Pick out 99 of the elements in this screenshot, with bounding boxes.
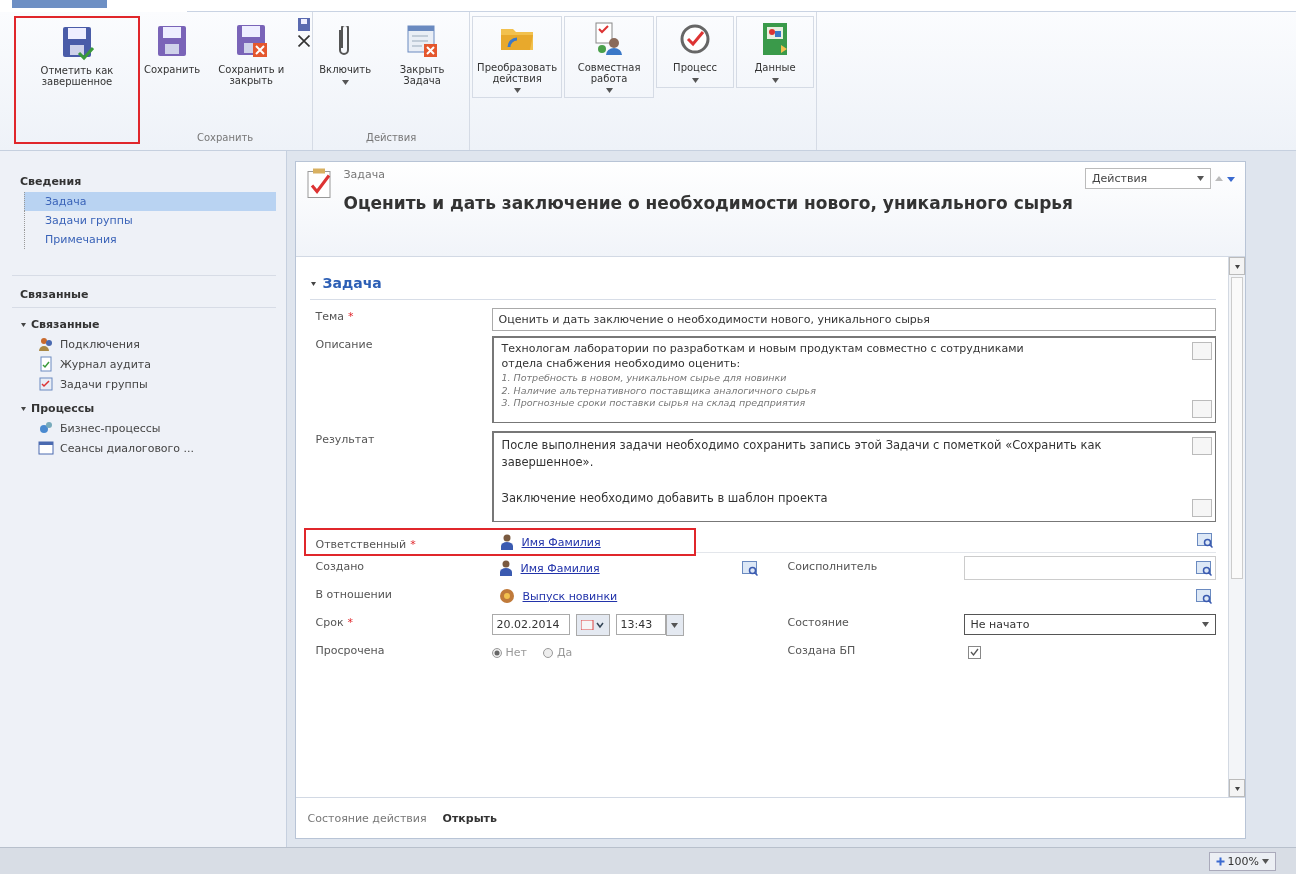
package-icon bbox=[498, 588, 515, 604]
people-icon bbox=[38, 336, 54, 352]
zoom-control[interactable]: 100% bbox=[1208, 851, 1276, 871]
lookup-icon bbox=[741, 560, 758, 576]
field-label: Просрочена bbox=[314, 643, 386, 657]
ribbon-button[interactable]: Сохранить и закрыть bbox=[206, 16, 297, 91]
ribbon-button[interactable]: Совместная работа bbox=[564, 16, 655, 98]
date-field[interactable]: 20.02.2014 bbox=[491, 614, 570, 635]
document-icon bbox=[38, 356, 54, 372]
field-label: Описание bbox=[314, 337, 374, 351]
record-link[interactable]: Имя Фамилия bbox=[521, 535, 601, 549]
caret-icon bbox=[1202, 622, 1209, 627]
calendar-icon bbox=[580, 620, 605, 630]
field-label: Тема * bbox=[314, 309, 355, 323]
down-icon bbox=[1233, 262, 1241, 270]
nav-item[interactable]: Бизнес-процессы bbox=[12, 418, 286, 438]
lookup-button[interactable] bbox=[1193, 558, 1215, 578]
window-icon bbox=[38, 440, 54, 456]
down-arrow-icon[interactable] bbox=[1227, 177, 1235, 182]
record-title: Оценить и дать заключение о необходимости нового, уникального сырья bbox=[343, 193, 1073, 213]
required-mark: * bbox=[348, 310, 354, 323]
entity-label: Задача bbox=[343, 168, 386, 181]
scrollbar-thumb[interactable] bbox=[1231, 277, 1243, 579]
nav-group-header[interactable]: Связанные bbox=[12, 310, 286, 334]
text-line: 3. Прогнозные сроки поставки сырья на склад предприятия bbox=[501, 397, 807, 411]
field-label: Срок * bbox=[314, 615, 355, 629]
save-icon bbox=[156, 24, 189, 58]
ribbon-button[interactable]: Преобразовать действия bbox=[472, 16, 563, 98]
status-select[interactable]: Не начато bbox=[963, 614, 1216, 635]
save-small-icon[interactable] bbox=[298, 18, 311, 31]
gears-icon bbox=[38, 420, 54, 436]
field-label: Создано bbox=[314, 559, 366, 573]
text-field[interactable]: Оценить и дать заключение о необходимости нового, уникального сырья bbox=[491, 308, 1216, 331]
nav-item[interactable]: Задача bbox=[24, 192, 276, 211]
lookup-button[interactable] bbox=[1193, 586, 1215, 606]
field-label: Результат bbox=[314, 432, 376, 446]
field-label: В отношении bbox=[314, 587, 393, 601]
process-icon bbox=[680, 24, 711, 54]
text-line: 2. Наличие альтернативного поставщика аналогичного сырья bbox=[501, 384, 817, 398]
ribbon-button[interactable]: Включить bbox=[315, 16, 376, 90]
nav-item[interactable]: Подключения bbox=[12, 334, 286, 354]
required-mark: * bbox=[347, 616, 354, 629]
down-icon bbox=[1233, 784, 1241, 792]
required-mark: * bbox=[410, 537, 416, 551]
scroll-up-button[interactable] bbox=[1229, 257, 1245, 275]
close-task-icon bbox=[407, 25, 438, 57]
group-label: Действия bbox=[365, 132, 418, 145]
ribbon-button[interactable]: Отметить как завершенное bbox=[14, 16, 140, 144]
footer-value: Открыть bbox=[442, 811, 497, 825]
field-label: Соисполнитель bbox=[786, 559, 879, 573]
user-icon bbox=[499, 534, 514, 550]
folder-icon bbox=[501, 27, 534, 51]
lookup-button[interactable] bbox=[1194, 530, 1216, 550]
text-line: Технологам лаборатории по разработкам и новым продуктам совместно с сотрудниками bbox=[501, 342, 1025, 357]
calendar-button[interactable] bbox=[575, 614, 610, 636]
close-icon[interactable] bbox=[298, 35, 311, 47]
record-link[interactable]: Выпуск новинки bbox=[522, 589, 658, 603]
record-link[interactable]: Имя Фамилия bbox=[520, 561, 600, 575]
task-icon bbox=[305, 168, 332, 198]
checkbox[interactable] bbox=[967, 646, 981, 659]
lookup-field[interactable] bbox=[963, 556, 1216, 580]
lookup-icon bbox=[1196, 560, 1212, 576]
caret-icon bbox=[1262, 858, 1269, 864]
scroll-down-button[interactable] bbox=[1229, 779, 1245, 797]
lookup-icon bbox=[1197, 532, 1213, 548]
notebook-icon bbox=[763, 23, 788, 55]
actions-dropdown[interactable]: Действия bbox=[1085, 168, 1211, 189]
zoom-icon bbox=[1215, 856, 1225, 866]
nav-item[interactable]: Задачи группы bbox=[24, 211, 276, 230]
nav-section-title: Связанные bbox=[19, 287, 90, 303]
nav-item[interactable]: Журнал аудита bbox=[12, 354, 286, 374]
paragraph: После выполнения задачи необходимо сохранить запись этой Задачи с пометкой «Сохранить как завершенное». bbox=[501, 437, 1103, 472]
time-field[interactable]: 13:43 bbox=[615, 614, 666, 635]
caret-icon bbox=[1197, 176, 1204, 181]
text-line: 1. Потребность в новом, уникальном сырье для новинки bbox=[501, 371, 788, 385]
nav-item[interactable]: Сеансы диалогового ... bbox=[12, 438, 286, 458]
group-label: Сохранить bbox=[196, 132, 255, 145]
tasks-icon bbox=[38, 376, 54, 392]
ribbon-button[interactable]: Данные bbox=[736, 16, 815, 88]
nav-item[interactable]: Примечания bbox=[24, 230, 276, 249]
nav-group-header[interactable]: Процессы bbox=[12, 394, 286, 418]
paragraph: Заключение необходимо добавить в шаблон проекта bbox=[501, 489, 829, 507]
field-label: Ответственный * bbox=[314, 536, 417, 551]
nav-section-title: Сведения bbox=[19, 174, 83, 190]
ribbon-button[interactable]: Сохранить bbox=[140, 16, 205, 81]
section-header[interactable]: Задача bbox=[309, 267, 1216, 300]
collaboration-icon bbox=[595, 22, 624, 56]
field-label: Состояние bbox=[786, 615, 850, 629]
save-close-icon bbox=[235, 23, 268, 59]
caret-icon bbox=[671, 622, 679, 628]
ribbon-button[interactable]: Закрыть Задача bbox=[377, 16, 468, 91]
user-icon bbox=[498, 560, 513, 576]
nav-item[interactable]: Задачи группы bbox=[12, 374, 286, 394]
text-line: отдела снабжения необходимо оценить: bbox=[501, 356, 742, 372]
footer-label: Состояние действия bbox=[307, 811, 427, 825]
lookup-icon bbox=[1196, 588, 1212, 604]
paperclip-icon bbox=[339, 26, 352, 56]
field-label: Создана БП bbox=[786, 643, 857, 657]
ribbon-button[interactable]: Процесс bbox=[656, 16, 735, 88]
